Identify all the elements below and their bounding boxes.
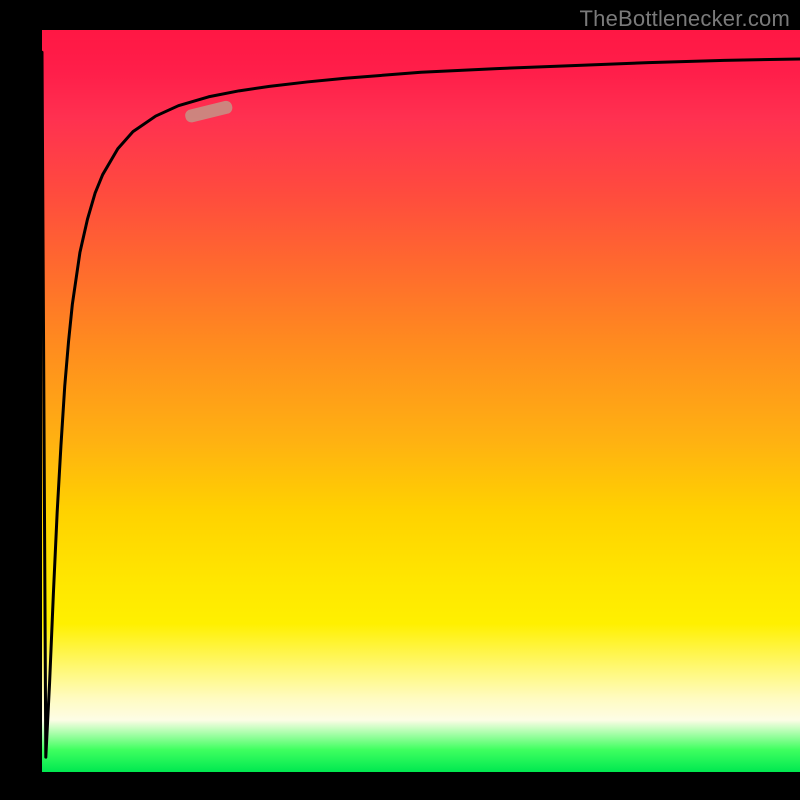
plot-area [42, 30, 800, 772]
gradient-background [42, 30, 800, 772]
credit-label: TheBottlenecker.com [580, 6, 790, 32]
